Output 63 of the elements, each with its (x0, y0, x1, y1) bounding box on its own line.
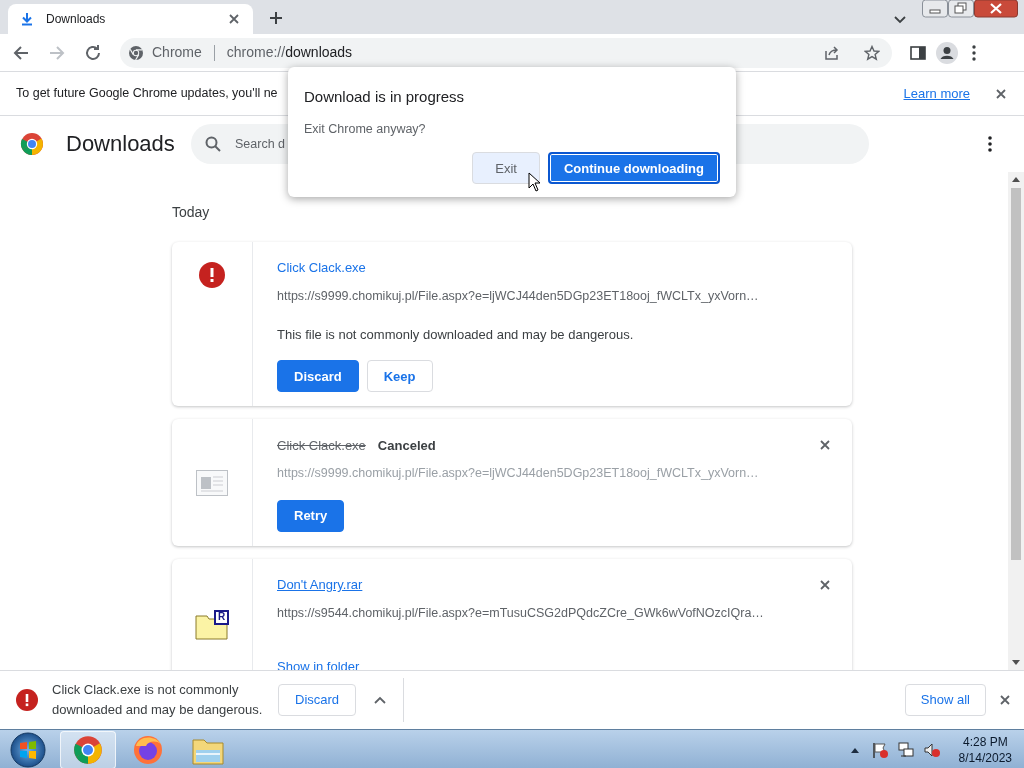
source-url: https://s9999.chomikuj.pl/File.aspx?e=ljWCJ44den5DGp23ET18ooj_fWCLTx_yxVorn… (277, 288, 760, 305)
clock-date: 8/14/2023 (958, 749, 1012, 766)
share-icon[interactable] (824, 44, 840, 61)
section-heading: Today (172, 203, 211, 222)
clock-time: 4:28 PM (962, 733, 1008, 750)
more-options-icon[interactable] (988, 136, 992, 152)
profile-icon[interactable] (936, 41, 958, 64)
file-name-link[interactable]: Don't Angry.rar (277, 575, 363, 595)
page-title: Downloads (66, 130, 174, 158)
source-url: https://s9544.chomikuj.pl/File.aspx?e=mTusuCSG2dPQdcZCre_GWk6wVofNOzcIQra… (277, 605, 765, 622)
download-icon (20, 12, 34, 26)
close-icon[interactable] (227, 12, 241, 26)
back-icon[interactable] (12, 43, 30, 62)
scroll-down-icon (1012, 660, 1020, 666)
close-window-icon[interactable] (974, 0, 1018, 18)
source-url: https://s9999.chomikuj.pl/File.aspx?e=ljWCJ44den5DGp23ET18ooj_fWCLTx_yxVorn… (277, 465, 760, 483)
chrome-icon (128, 44, 144, 61)
tray-arrow-icon[interactable] (850, 746, 859, 753)
restore-icon[interactable] (948, 0, 974, 18)
tab-title: Downloads (46, 11, 107, 28)
chevron-down-icon[interactable] (894, 16, 906, 24)
primary-button[interactable]: Retry (277, 500, 345, 532)
download-status: Canceled (377, 436, 436, 455)
warning-message: This file is not commonly downloaded and may be dangerous. (277, 325, 635, 344)
menu-icon[interactable] (972, 44, 976, 61)
secondary-button[interactable]: Keep (366, 360, 433, 393)
network-icon[interactable] (896, 740, 915, 759)
mouse-cursor-icon (528, 172, 541, 192)
show-all-button[interactable]: Show all (904, 684, 986, 716)
file-icon (196, 469, 228, 496)
primary-button[interactable]: Discard (277, 360, 359, 393)
learn-more-link[interactable]: Learn more (903, 83, 970, 104)
file-name: Click Clack.exe (277, 436, 366, 455)
close-icon[interactable] (994, 86, 1008, 101)
chevron-up-icon[interactable] (374, 696, 387, 704)
dialog-title: Download is in progress (304, 87, 466, 107)
chrome-icon[interactable] (60, 730, 116, 768)
exit-button[interactable]: Exit (472, 152, 540, 185)
close-icon[interactable] (998, 693, 1012, 707)
file-name-link[interactable]: Click Clack.exe (277, 258, 366, 278)
warning-icon (16, 689, 38, 711)
start-icon[interactable] (8, 731, 48, 768)
scroll-up-icon (1012, 176, 1020, 182)
chrome-logo-icon (20, 132, 44, 156)
url-text: chrome://downloads (226, 43, 354, 62)
site-label: Chrome (152, 43, 202, 62)
reload-icon[interactable] (84, 43, 102, 62)
shelf-warning: Click Clack.exe is not commonly downloaded and may be dangerous. (52, 681, 264, 719)
minimize-icon[interactable] (922, 0, 948, 18)
warning-icon (199, 262, 225, 288)
browser-tab[interactable]: Downloads (8, 4, 253, 34)
plus-icon[interactable] (269, 11, 283, 25)
dialog-message: Exit Chrome anyway? (304, 120, 427, 138)
scrollbar[interactable] (1008, 172, 1024, 670)
infobar-message: To get future Google Chrome updates, you'll ne (16, 85, 278, 103)
star-icon[interactable] (864, 44, 880, 61)
address-bar[interactable]: Chrome chrome://downloads (120, 37, 892, 68)
search-icon (205, 136, 221, 152)
flag-alert-icon[interactable] (870, 740, 889, 759)
close-icon[interactable] (818, 578, 832, 592)
side-panel-icon[interactable] (910, 44, 926, 61)
continue-button[interactable]: Continue downloading (547, 152, 720, 185)
discard-button[interactable]: Discard (278, 684, 357, 716)
